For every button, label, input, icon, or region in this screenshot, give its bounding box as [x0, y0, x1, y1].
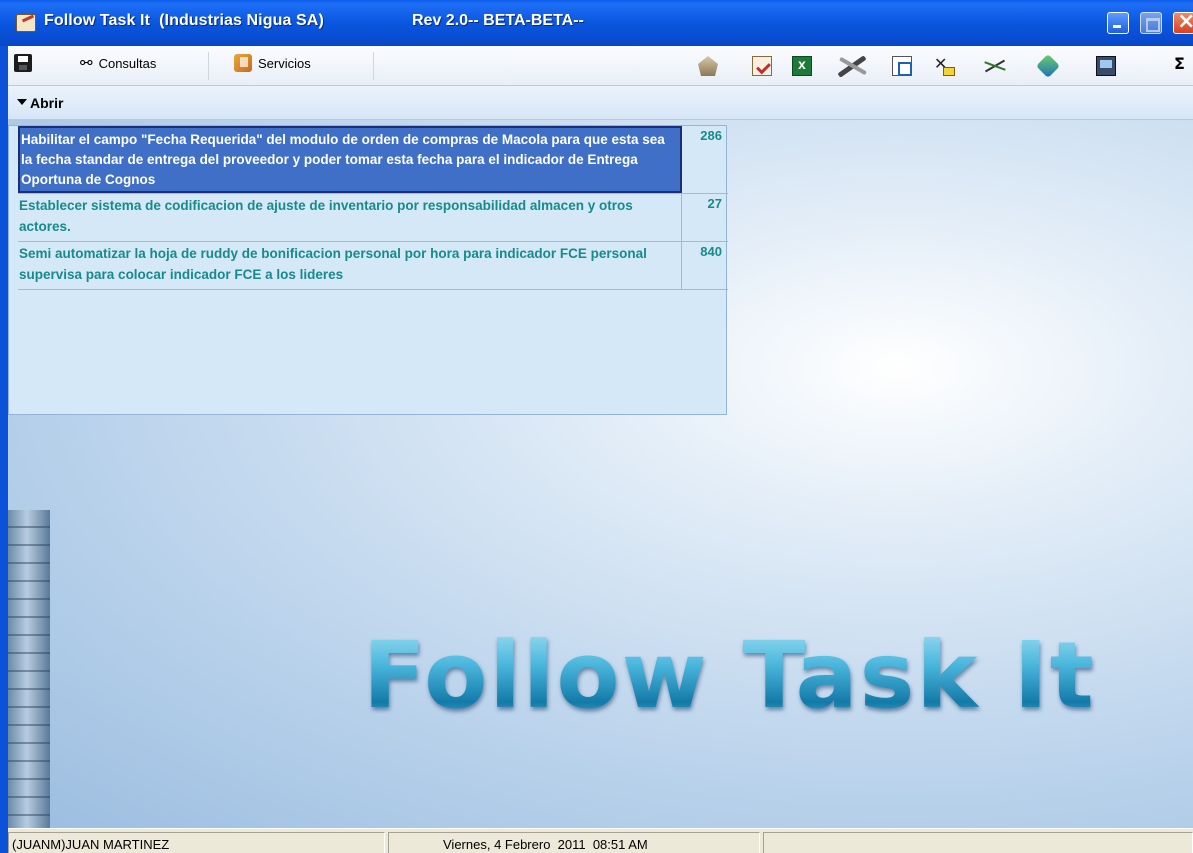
- save-button[interactable]: [14, 54, 32, 72]
- status-datetime: Viernes, 4 Febrero 2011 08:51 AM: [388, 832, 760, 853]
- servicios-label: Servicios: [258, 55, 311, 71]
- services-icon: [234, 54, 252, 72]
- task-row[interactable]: Establecer sistema de codificacion de aj…: [18, 194, 728, 242]
- house-icon[interactable]: [698, 56, 718, 76]
- task-number: 840: [700, 244, 722, 259]
- tools-icon[interactable]: [834, 52, 870, 80]
- toolbar: ⚯ Consultas Servicios Σ: [8, 46, 1193, 86]
- collapse-arrow-icon[interactable]: [17, 99, 27, 105]
- task-description[interactable]: Habilitar el campo "Fecha Requerida" del…: [18, 126, 682, 193]
- minimize-button[interactable]: [1107, 12, 1129, 34]
- consultas-button[interactable]: ⚯ Consultas: [80, 54, 156, 72]
- task-row[interactable]: Habilitar el campo "Fecha Requerida" del…: [18, 126, 728, 194]
- task-number: 286: [700, 128, 722, 143]
- sigma-icon[interactable]: Σ: [1174, 54, 1193, 74]
- status-bar: (JUANM)JUAN MARTINEZ Viernes, 4 Febrero …: [8, 828, 1193, 853]
- task-description[interactable]: Establecer sistema de codificacion de aj…: [18, 194, 682, 241]
- main-background: Follow Task It Habilitar el campo "Fecha…: [8, 120, 1193, 828]
- abrir-section-header[interactable]: Abrir: [8, 86, 1193, 120]
- app-icon: [16, 14, 36, 32]
- copy-icon[interactable]: [892, 56, 912, 76]
- window-title: Follow Task It (Industrias Nigua SA): [44, 12, 324, 29]
- checklist-icon[interactable]: [752, 56, 772, 76]
- save-icon: [14, 54, 32, 72]
- book-icon[interactable]: [1035, 53, 1061, 79]
- title-bar[interactable]: Follow Task It (Industrias Nigua SA) Rev…: [0, 0, 1193, 46]
- toolbar-separator: [208, 52, 209, 80]
- consultas-label: Consultas: [98, 55, 157, 71]
- app-logo-text: Follow Task It: [363, 622, 1096, 729]
- maximize-button[interactable]: [1140, 12, 1162, 34]
- delete-icon[interactable]: [934, 54, 955, 76]
- task-list: Habilitar el campo "Fecha Requerida" del…: [8, 125, 728, 415]
- task-number: 27: [707, 196, 722, 211]
- wand-icon[interactable]: [984, 56, 1004, 76]
- excel-icon[interactable]: [792, 56, 812, 76]
- toolbar-separator: [373, 52, 374, 80]
- task-row[interactable]: Semi automatizar la hoja de ruddy de bon…: [18, 242, 728, 290]
- app-window: Follow Task It (Industrias Nigua SA) Rev…: [0, 0, 1193, 853]
- window-revision: Rev 2.0-- BETA-BETA--: [412, 12, 584, 29]
- status-extra: [763, 832, 1193, 853]
- status-user: (JUANM)JUAN MARTINEZ: [8, 832, 385, 853]
- client-area: ⚯ Consultas Servicios Σ Abrir: [8, 46, 1193, 853]
- task-description[interactable]: Semi automatizar la hoja de ruddy de bon…: [18, 242, 682, 289]
- close-button[interactable]: [1173, 9, 1193, 34]
- monitor-icon[interactable]: [1096, 56, 1116, 76]
- binoculars-icon: ⚯: [80, 54, 93, 72]
- abrir-label: Abrir: [30, 95, 64, 111]
- servicios-button[interactable]: Servicios: [234, 54, 311, 72]
- building-image: [8, 510, 50, 828]
